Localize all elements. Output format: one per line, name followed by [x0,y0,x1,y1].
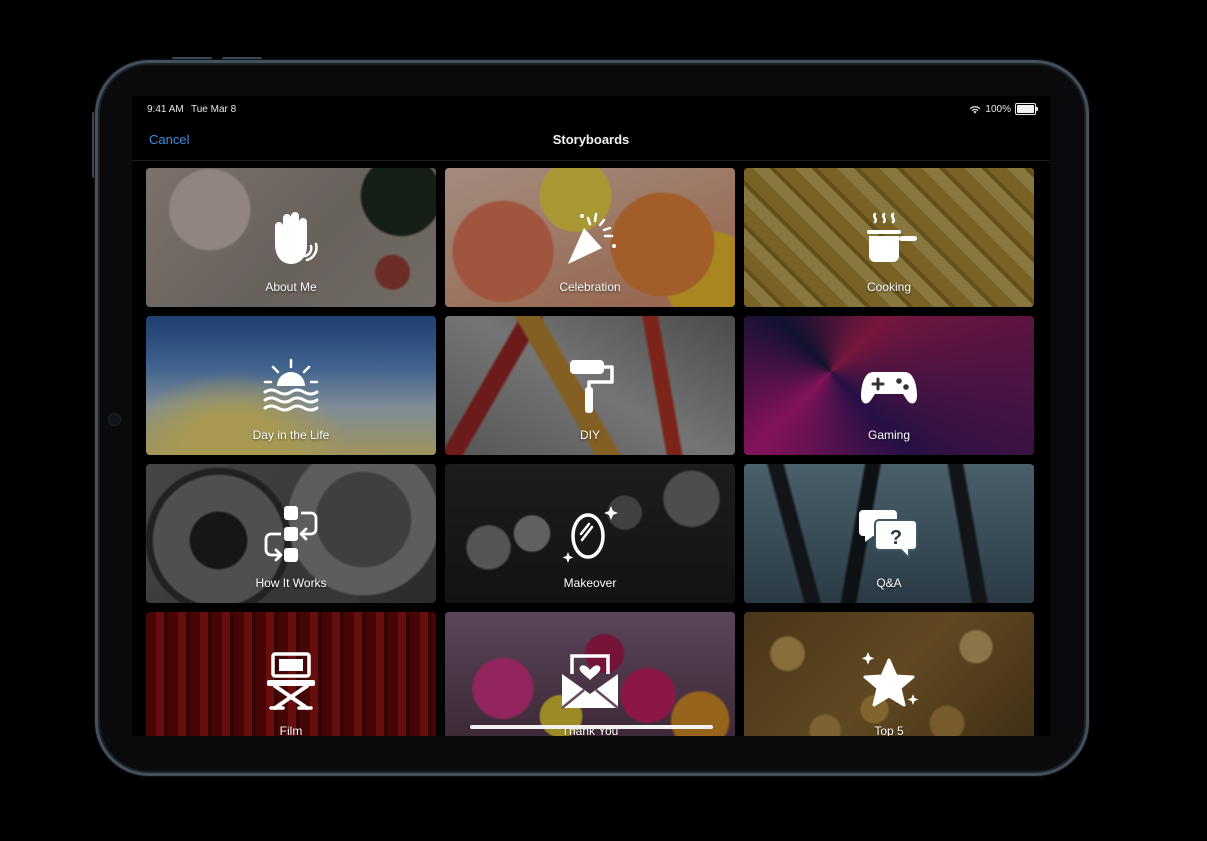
status-right: 100% [969,103,1038,115]
wifi-icon [970,105,981,114]
tile-label: Gaming [867,428,911,442]
star-sparkle-icon [861,652,919,707]
battery-percent: 100% [985,103,1011,115]
heart-envelope-icon [561,654,619,709]
screen: 9:41 AM Tue Mar 8 100% Cancel Storyboard… [132,96,1050,736]
tile-makeover[interactable]: Makeover [445,464,735,603]
tile-celebration[interactable]: Celebration [445,168,735,307]
tile-qa[interactable]: ? Q&A [744,464,1034,603]
tile-day-in-the-life[interactable]: Day in the Life [146,316,436,455]
tile-how-it-works[interactable]: How It Works [146,464,436,603]
tile-label: DIY [579,428,600,442]
tile-label: About Me [265,280,317,294]
svg-text:?: ? [890,527,902,549]
tile-label: Day in the Life [252,428,330,442]
storyboard-grid: About Me Celebration Cooking Day in the … [146,168,1034,736]
tile-label: How It Works [255,576,327,590]
tile-label: Top 5 [874,724,904,736]
tile-gaming[interactable]: Gaming [744,316,1034,455]
status-bar: 9:41 AM Tue Mar 8 100% [132,96,1050,124]
tile-label: Celebration [559,280,621,294]
camera [108,413,121,426]
question-bubbles-icon: ? [859,510,918,561]
hand-wave-icon [275,212,318,264]
paint-roller-icon [570,360,614,413]
page-title: Storyboards [552,132,630,147]
game-controller-icon [861,372,917,404]
tile-diy[interactable]: DIY [445,316,735,455]
tile-film[interactable]: Film [146,612,436,736]
sunrise-icon [263,358,319,412]
tile-label: Film [279,724,303,736]
battery-icon [1015,103,1038,115]
nav-bar: Cancel Storyboards [132,124,1050,161]
mirror-sparkle-icon [562,506,618,563]
home-indicator[interactable] [470,725,713,729]
status-time: 9:41 AM [147,104,184,115]
flowchart-icon [264,506,318,562]
director-chair-icon [267,652,315,710]
tile-label: Makeover [563,576,617,590]
tile-thank-you[interactable]: Thank You [445,612,735,736]
party-popper-icon [568,212,616,264]
tile-label: Cooking [866,280,912,294]
tile-label: Q&A [876,576,902,590]
status-date: Tue Mar 8 [191,104,237,115]
tile-about-me[interactable]: About Me [146,168,436,307]
tile-top-5[interactable]: Top 5 [744,612,1034,736]
tile-cooking[interactable]: Cooking [744,168,1034,307]
cooking-pot-icon [867,212,917,262]
